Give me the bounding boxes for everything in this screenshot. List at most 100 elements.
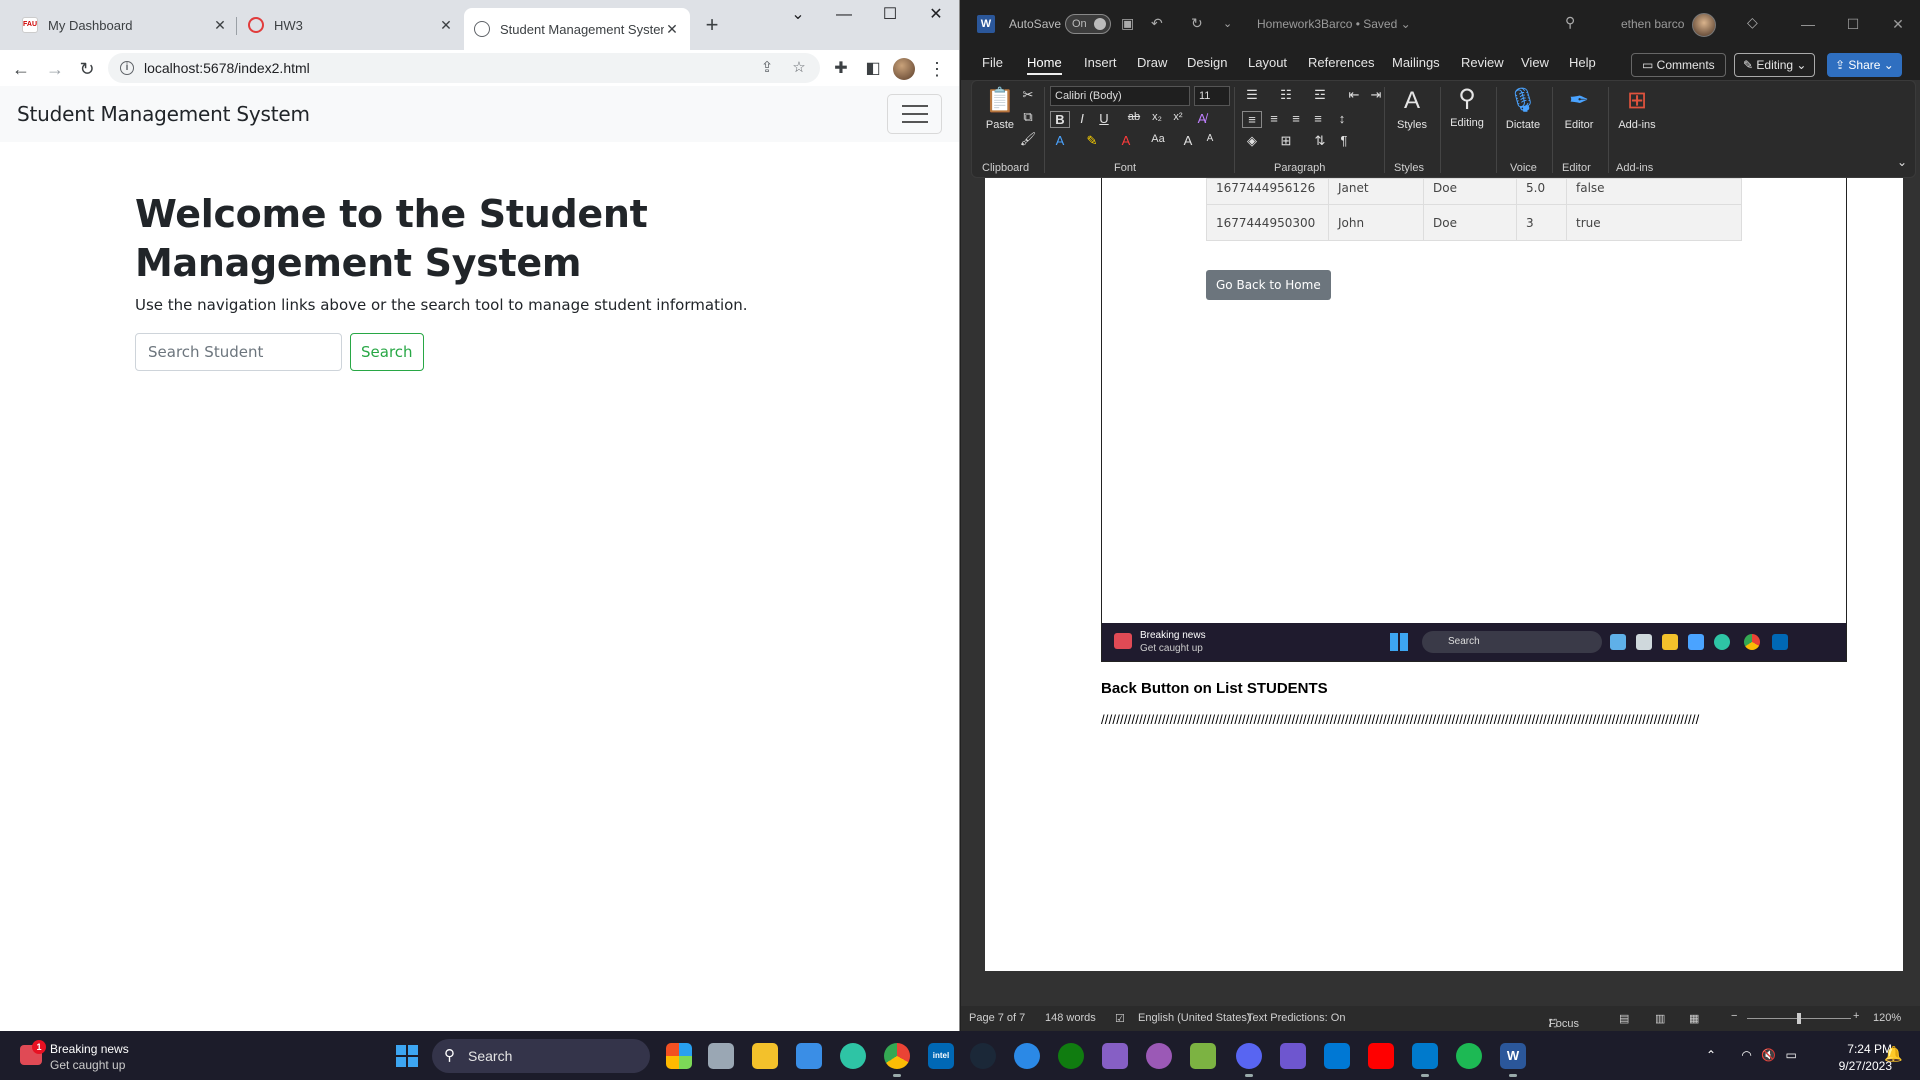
numbering-icon[interactable]: ☷ [1276,87,1296,103]
steam-icon[interactable] [970,1043,996,1069]
clock-date[interactable]: 9/27/2023 [1820,1059,1892,1073]
spotify-icon[interactable] [1456,1043,1482,1069]
decrease-indent-icon[interactable]: ⇤ [1344,87,1364,103]
news-subtitle[interactable]: Get caught up [50,1058,125,1072]
file-explorer-icon[interactable] [752,1043,778,1069]
bullets-icon[interactable]: ☰ [1242,87,1262,103]
save-icon[interactable]: ▣ [1121,15,1134,32]
zoom-slider-thumb[interactable] [1797,1013,1801,1024]
redo-icon[interactable]: ↻ [1191,15,1203,32]
notification-bell-icon[interactable]: 🔔 [1884,1045,1903,1063]
word-count[interactable]: 148 words [1045,1012,1096,1024]
web-layout-icon[interactable]: ▦ [1689,1012,1699,1025]
increase-indent-icon[interactable]: ⇥ [1366,87,1386,103]
notepad-plus-icon[interactable] [1190,1043,1216,1069]
word-icon[interactable]: W [1500,1043,1526,1077]
editor-button[interactable]: ✒ Editor [1556,87,1602,131]
font-name-box[interactable]: Calibri (Body) [1050,86,1190,106]
back-icon[interactable]: ← [8,56,34,82]
tab-insert[interactable]: Insert [1084,55,1117,70]
tab-my-dashboard[interactable]: FAU My Dashboard ✕ [12,8,238,42]
system-tray[interactable]: ⌃ ◠ 🔇 ▭ [1706,1048,1797,1062]
tab-help[interactable]: Help [1569,55,1596,70]
multilevel-list-icon[interactable]: ☲ [1310,87,1330,103]
profile-avatar[interactable] [893,58,915,80]
tab-view[interactable]: View [1521,55,1549,70]
collapse-ribbon-icon[interactable]: ⌄ [1892,155,1912,169]
vscode-icon[interactable] [1412,1043,1438,1077]
app-icon[interactable] [1146,1043,1172,1069]
bookmark-star-icon[interactable]: ☆ [788,57,810,79]
menu-kebab-icon[interactable]: ⋮ [924,56,950,82]
align-left-icon[interactable]: ≡ [1242,111,1262,128]
grow-font-icon[interactable]: A [1178,133,1198,148]
minimize-icon[interactable]: — [824,6,864,24]
document-title[interactable]: Homework3Barco • Saved ⌄ [1257,17,1411,31]
search-input[interactable]: Search Student [135,333,342,371]
shrink-font-icon[interactable]: A [1200,133,1220,144]
tab-review[interactable]: Review [1461,55,1504,70]
app-icon[interactable] [1280,1043,1306,1069]
format-painter-icon[interactable]: 🖌 [1018,131,1038,147]
clear-formatting-icon[interactable]: A̸ [1192,111,1212,126]
comments-button[interactable]: ▭ Comments [1631,53,1726,77]
tab-mailings[interactable]: Mailings [1392,55,1440,70]
text-predictions[interactable]: Text Predictions: On [1247,1012,1345,1024]
visual-studio-icon[interactable] [1102,1043,1128,1069]
bing-icon[interactable] [1014,1043,1040,1069]
autosave-toggle[interactable]: On [1065,14,1111,34]
wifi-icon[interactable]: ◠ [1741,1048,1751,1062]
new-tab-icon[interactable]: + [700,13,724,37]
line-spacing-icon[interactable]: ↕ [1332,111,1352,126]
italic-icon[interactable]: I [1072,111,1092,126]
proofing-icon[interactable]: ☑ [1115,1012,1125,1025]
change-case-icon[interactable]: Aa [1148,133,1168,145]
youtube-icon[interactable] [1368,1043,1394,1069]
outlook-icon[interactable] [1324,1043,1350,1069]
user-avatar[interactable] [1692,13,1716,37]
underline-icon[interactable]: U [1094,111,1114,126]
navbar-toggler[interactable] [887,94,942,134]
maximize-icon[interactable]: ☐ [1838,16,1868,33]
premium-diamond-icon[interactable]: ◇ [1747,14,1758,31]
close-window-icon[interactable]: ✕ [1883,16,1913,33]
news-title[interactable]: Breaking news [50,1042,129,1056]
tab-references[interactable]: References [1308,55,1374,70]
read-mode-icon[interactable]: ▤ [1619,1012,1629,1025]
address-bar[interactable]: i localhost:5678/index2.html ⇪ ☆ [108,53,820,83]
discord-icon[interactable] [1236,1043,1262,1077]
navbar-brand[interactable]: Student Management System [17,102,310,126]
page-count[interactable]: Page 7 of 7 [969,1012,1025,1024]
tab-student-management[interactable]: Student Management System ✕ [464,8,690,50]
tab-search-chevron-icon[interactable]: ⌄ [778,6,818,24]
start-button[interactable] [396,1045,418,1067]
share-page-icon[interactable]: ⇪ [756,57,778,79]
font-color-icon[interactable]: A [1116,133,1136,148]
zoom-out-icon[interactable]: − [1731,1010,1737,1022]
battery-icon[interactable]: ▭ [1786,1048,1797,1062]
chrome-icon[interactable] [884,1043,910,1077]
extensions-icon[interactable]: ✚ [828,56,854,82]
store-icon[interactable] [796,1043,822,1069]
subscript-icon[interactable]: x₂ [1147,111,1167,123]
search-icon[interactable]: ⚲ [1565,14,1575,31]
tab-file[interactable]: File [982,55,1003,70]
chevron-up-icon[interactable]: ⌃ [1706,1048,1716,1062]
language[interactable]: English (United States) [1138,1012,1251,1024]
share-button[interactable]: ⇪ Share ⌄ [1827,53,1902,77]
maximize-icon[interactable]: ☐ [870,6,910,24]
editing-mode-button[interactable]: ✎ Editing ⌄ [1734,53,1816,77]
forward-icon[interactable]: → [42,56,68,82]
tab-draw[interactable]: Draw [1137,55,1167,70]
reload-icon[interactable]: ↻ [74,56,100,82]
tab-home[interactable]: Home [1027,55,1062,75]
tab-hw3[interactable]: HW3 ✕ [238,8,464,42]
borders-icon[interactable]: ⊞ [1276,133,1296,149]
customize-quick-access-icon[interactable]: ⌄ [1223,17,1232,30]
paste-button[interactable]: 📋 Paste [982,87,1018,131]
close-tab-icon[interactable]: ✕ [664,21,680,38]
editing-button[interactable]: ⚲ Editing [1444,85,1490,129]
dictate-button[interactable]: 🎙 Dictate [1500,87,1546,131]
bold-icon[interactable]: B [1050,111,1070,128]
justify-icon[interactable]: ≡ [1308,111,1328,126]
